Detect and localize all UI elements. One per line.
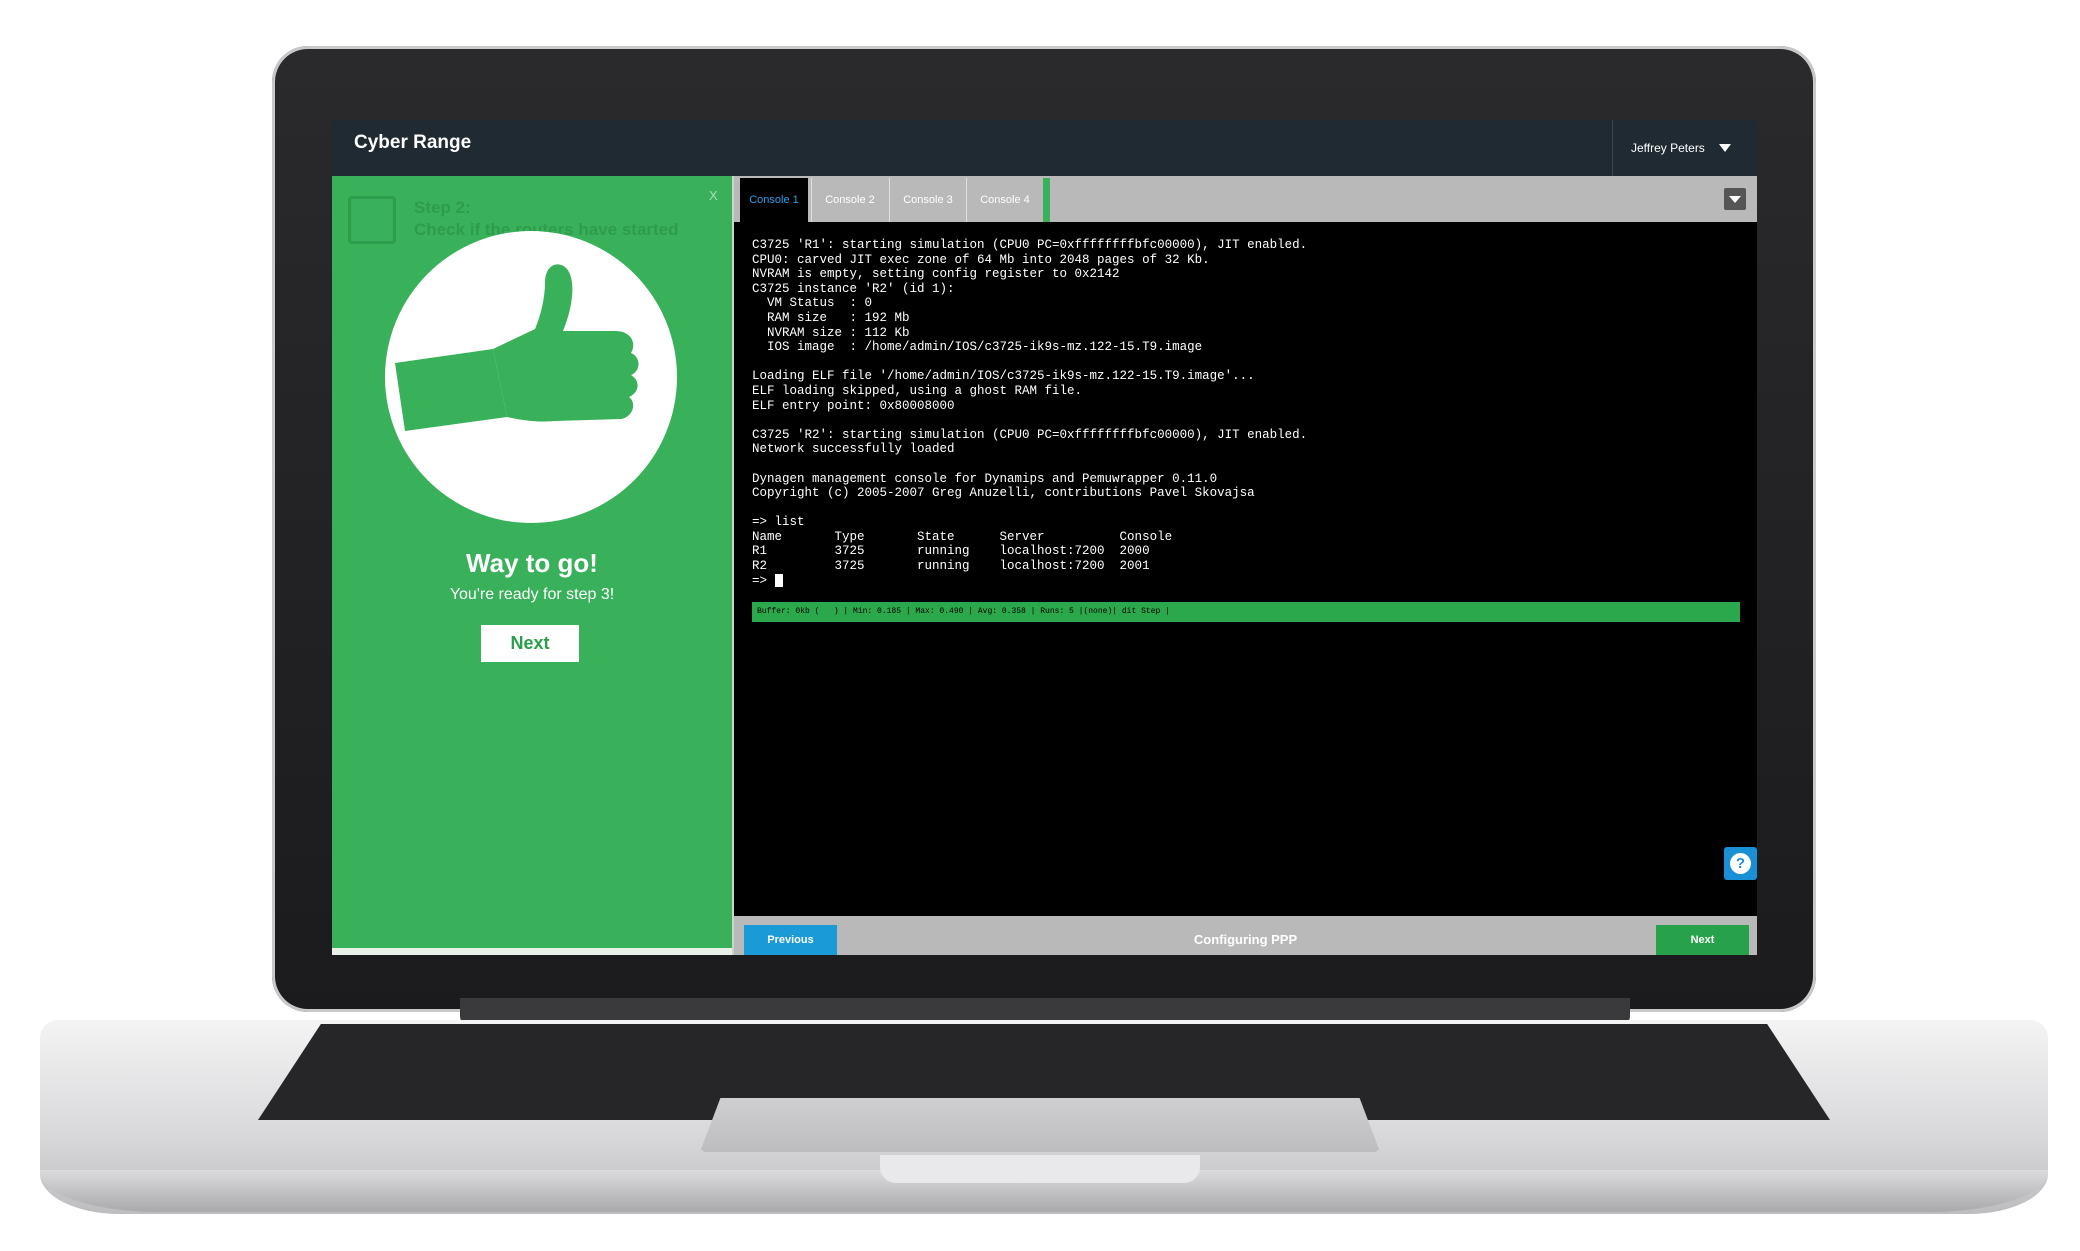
terminal-line: CPU0: carved JIT exec zone of 64 Mb into… <box>752 252 1210 267</box>
terminal-output[interactable]: C3725 'R1': starting simulation (CPU0 PC… <box>752 238 1742 588</box>
terminal-line: Network successfully loaded <box>752 442 955 457</box>
caret-down-icon <box>1718 144 1731 152</box>
app-title: Cyber Range <box>354 132 472 153</box>
terminal-prompt-line: => <box>752 574 1742 589</box>
screen: Cyber Range Jeffrey Peters Step 2: Check… <box>332 120 1757 955</box>
step-label: Step 2: <box>414 198 471 217</box>
help-button[interactable]: ? <box>1724 847 1757 880</box>
step-navigation-bar: Configuring PPP Previous Next <box>734 916 1757 955</box>
terminal-line: Name Type State Server Console <box>752 529 1173 544</box>
previous-button[interactable]: Previous <box>744 925 837 955</box>
next-step-button[interactable]: Next <box>481 625 579 662</box>
terminal-line: Loading ELF file '/home/admin/IOS/c3725-… <box>752 369 1255 384</box>
close-button[interactable]: X <box>709 188 718 203</box>
terminal-line: IOS image : /home/admin/IOS/c3725-ik9s-m… <box>752 340 1203 355</box>
terminal-line: RAM size : 192 Mb <box>752 310 910 325</box>
instruction-panel: Step 2: Check if the routers have starte… <box>332 176 732 948</box>
success-title: Way to go! <box>466 548 598 578</box>
laptop-notch <box>880 1155 1200 1183</box>
terminal-line: R1 3725 running localhost:7200 2000 <box>752 544 1150 559</box>
terminal-line: C3725 'R1': starting simulation (CPU0 PC… <box>752 238 1308 252</box>
terminal-line: C3725 instance 'R2' (id 1): <box>752 281 955 296</box>
console-tab-bar: Console 1 Console 2 Console 3 Console 4 <box>734 176 1757 222</box>
user-name: Jeffrey Peters <box>1631 141 1705 155</box>
success-subtitle: You're ready for step 3! <box>449 586 615 603</box>
top-bar: Cyber Range Jeffrey Peters <box>332 120 1757 176</box>
terminal-line: ELF loading skipped, using a ghost RAM f… <box>752 383 1083 398</box>
terminal-line: NVRAM size : 112 Kb <box>752 325 910 340</box>
dropdown-icon[interactable] <box>1724 188 1746 210</box>
terminal-cursor <box>774 573 783 587</box>
terminal-line: C3725 'R2': starting simulation (CPU0 PC… <box>752 427 1308 442</box>
terminal-line: => list <box>752 515 805 530</box>
laptop-trackpad <box>700 1098 1380 1152</box>
thumbs-up-icon <box>395 264 639 431</box>
panel-footer <box>332 948 732 955</box>
terminal-line: VM Status : 0 <box>752 296 873 311</box>
tab-console-3[interactable]: Console 3 <box>889 178 966 222</box>
user-menu[interactable]: Jeffrey Peters <box>1612 120 1757 176</box>
next-button[interactable]: Next <box>1656 925 1749 955</box>
tab-console-4[interactable]: Console 4 <box>966 178 1043 222</box>
thumbs-up-badge <box>385 231 677 523</box>
question-icon: ? <box>1730 853 1751 874</box>
terminal-prompt: => <box>752 573 775 588</box>
dynamips-status-line: Buffer: 0kb ( ) | Min: 0.185 | Max: 0.49… <box>752 602 1740 622</box>
terminal-line: Dynagen management console for Dynamips … <box>752 471 1218 486</box>
tab-console-1[interactable]: Console 1 <box>740 178 808 222</box>
terminal-line: Copyright (c) 2005-2007 Greg Anuzelli, c… <box>752 486 1255 501</box>
current-step-name: Configuring PPP <box>1193 932 1298 947</box>
terminal-line: ELF entry point: 0x80008000 <box>752 398 955 413</box>
terminal-line: R2 3725 running localhost:7200 2001 <box>752 559 1150 574</box>
terminal-line: NVRAM is empty, setting config register … <box>752 267 1120 282</box>
tab-indicator <box>1043 178 1050 222</box>
tab-console-2[interactable]: Console 2 <box>811 178 888 222</box>
console-panel: Console 1 Console 2 Console 3 Console 4 … <box>734 176 1757 955</box>
